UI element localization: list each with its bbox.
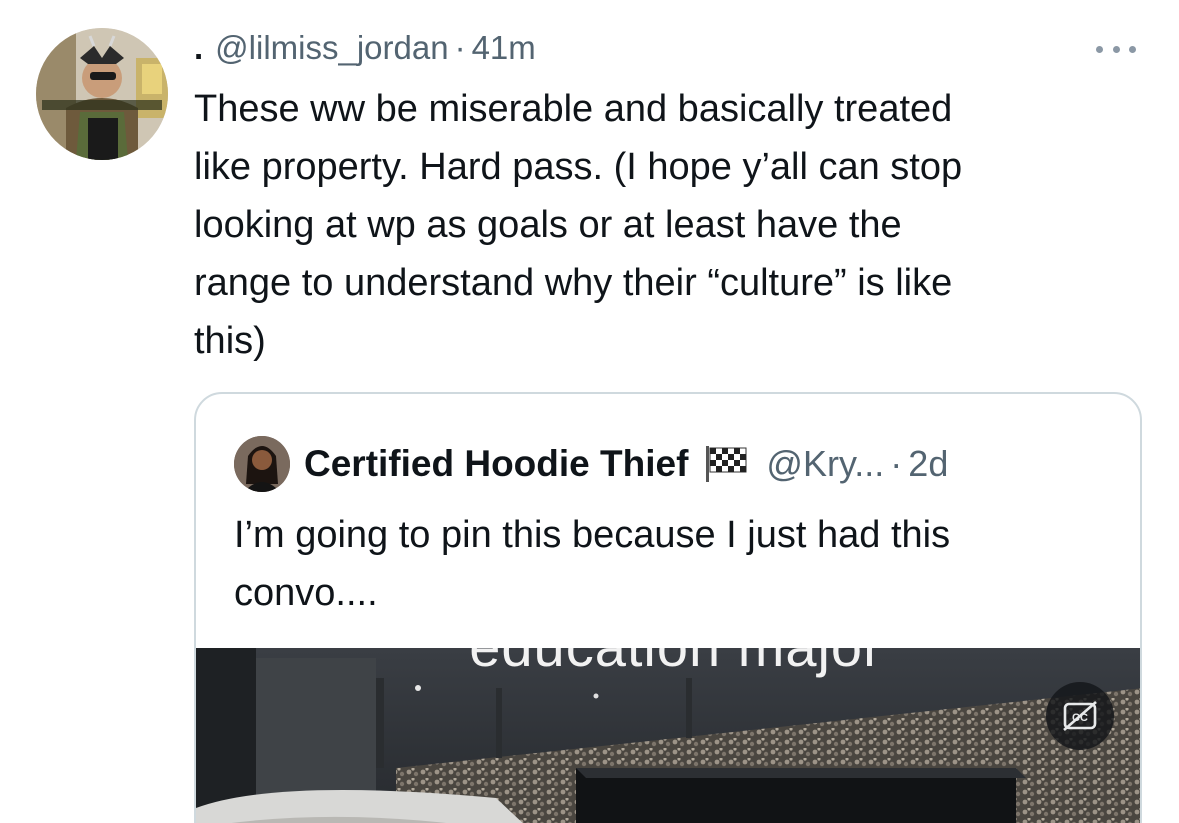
more-horizontal-icon-dot bbox=[1129, 45, 1136, 53]
quoted-tweet-header: Certified Hoodie Thief @Kry... · 2d bbox=[234, 436, 948, 492]
captions-button[interactable]: CC bbox=[1046, 682, 1114, 750]
header-separator: · bbox=[454, 29, 466, 66]
author-display-name[interactable]: . bbox=[194, 29, 203, 67]
captions-off-icon: CC bbox=[1063, 701, 1097, 731]
quoted-author-handle[interactable]: @Kry... bbox=[766, 443, 884, 485]
quoted-author-display-name[interactable]: Certified Hoodie Thief bbox=[304, 443, 688, 485]
more-horizontal-icon bbox=[1096, 45, 1103, 53]
quoted-tweet-card[interactable]: Certified Hoodie Thief @Kry... · 2d I’m … bbox=[194, 392, 1142, 823]
quoted-author-avatar-image bbox=[234, 436, 290, 492]
checkered-flag-icon bbox=[702, 444, 750, 484]
quoted-tweet-text: I’m going to pin this because I just had… bbox=[234, 514, 951, 614]
quoted-header-separator: · bbox=[890, 443, 903, 484]
video-caption-overlay: education major bbox=[396, 648, 956, 679]
author-avatar-image bbox=[36, 28, 168, 160]
more-options-button[interactable] bbox=[1090, 34, 1142, 64]
more-horizontal-icon-dot bbox=[1112, 45, 1120, 53]
tweet-header: . @lilmiss_jordan · 41m bbox=[194, 28, 536, 68]
quoted-author-avatar[interactable] bbox=[234, 436, 290, 492]
tweet-text: These ww be miserable and basically trea… bbox=[194, 88, 963, 362]
author-handle[interactable]: @lilmiss_jordan bbox=[215, 29, 448, 67]
quoted-tweet-timestamp[interactable]: 2d bbox=[908, 443, 948, 485]
tweet-timestamp[interactable]: 41m bbox=[472, 29, 536, 67]
author-avatar[interactable] bbox=[36, 28, 168, 160]
quoted-tweet-video[interactable]: education major CC bbox=[196, 648, 1140, 823]
